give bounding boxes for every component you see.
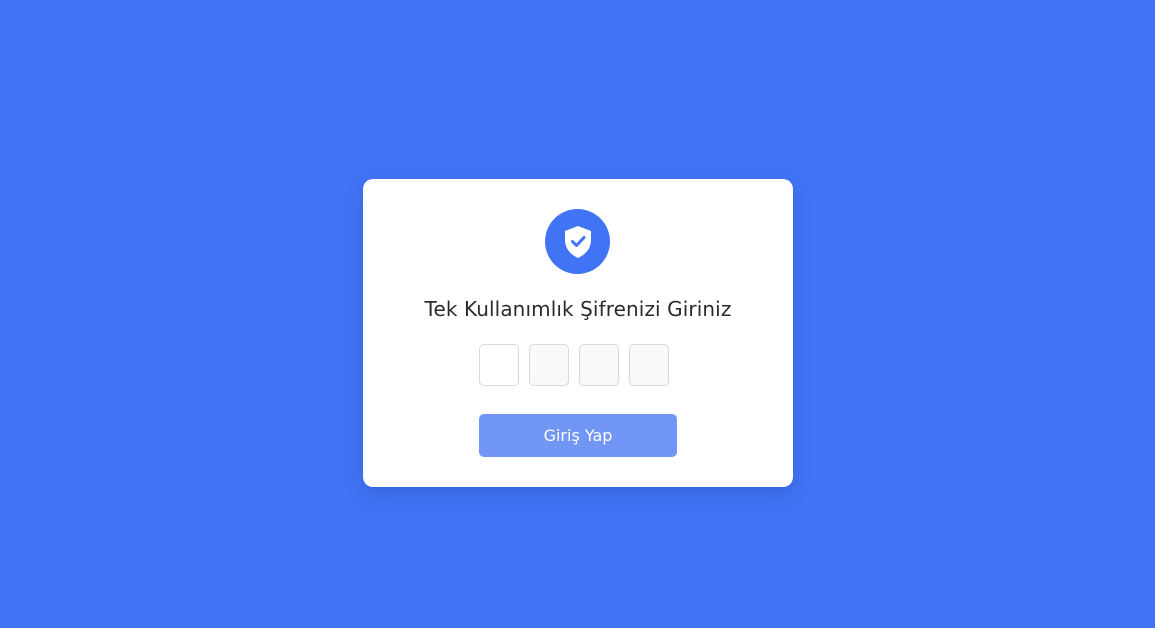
otp-input-group <box>479 344 669 386</box>
card-title: Tek Kullanımlık Şifrenizi Giriniz <box>424 297 732 321</box>
otp-digit-4[interactable] <box>629 344 669 386</box>
otp-login-card: Tek Kullanımlık Şifrenizi Giriniz Giriş … <box>363 179 793 487</box>
login-button[interactable]: Giriş Yap <box>479 414 677 457</box>
shield-check-icon <box>564 225 591 258</box>
shield-badge <box>545 209 610 274</box>
otp-digit-3[interactable] <box>579 344 619 386</box>
otp-digit-2[interactable] <box>529 344 569 386</box>
otp-digit-1[interactable] <box>479 344 519 386</box>
